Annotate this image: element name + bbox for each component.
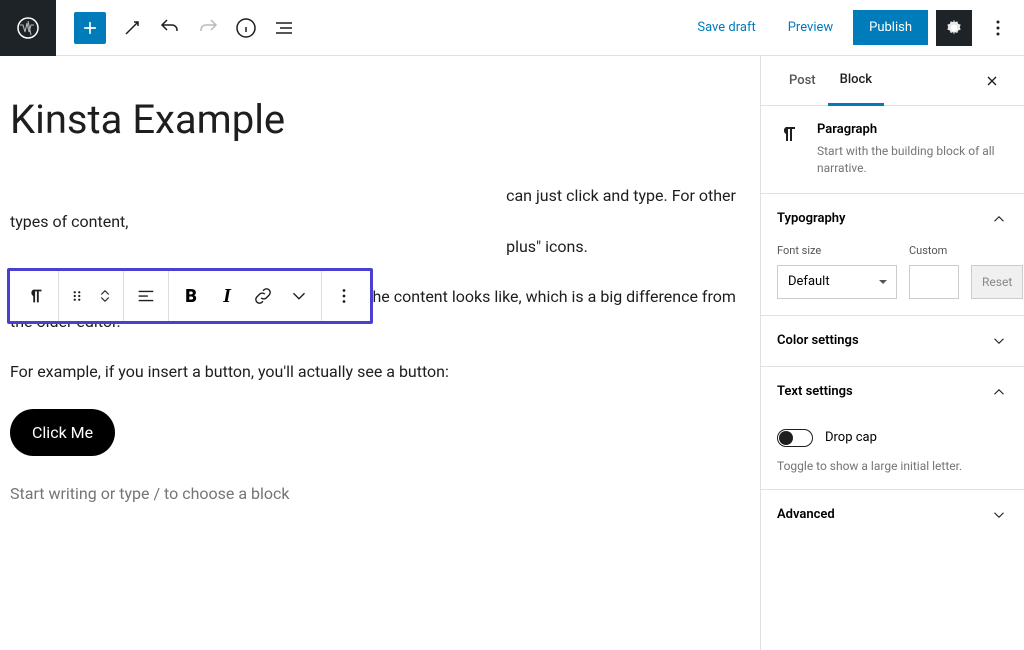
tab-block[interactable]: Block — [828, 56, 884, 106]
link-button[interactable] — [245, 274, 281, 318]
default-block-placeholder[interactable]: Start writing or type / to choose a bloc… — [10, 484, 750, 503]
text-settings-title: Text settings — [777, 384, 853, 399]
close-sidebar-button[interactable] — [976, 65, 1008, 97]
more-options-button[interactable] — [980, 10, 1016, 46]
chevron-up-icon — [990, 383, 1008, 401]
drop-cap-label: Drop cap — [825, 430, 877, 445]
block-toolbar: B I — [7, 268, 373, 324]
chevron-up-icon — [990, 210, 1008, 228]
text-settings-panel-header[interactable]: Text settings — [761, 367, 1024, 417]
bold-button[interactable]: B — [173, 274, 209, 318]
drop-cap-help: Toggle to show a large initial letter. — [761, 459, 1024, 489]
button-block[interactable]: Click Me — [10, 409, 115, 456]
publish-button[interactable]: Publish — [853, 10, 928, 45]
typography-panel-header[interactable]: Typography — [761, 194, 1024, 244]
info-button[interactable] — [228, 10, 264, 46]
tools-button[interactable] — [114, 10, 150, 46]
block-name: Paragraph — [817, 122, 1008, 137]
more-rich-text-button[interactable] — [281, 274, 317, 318]
reset-font-size-button[interactable]: Reset — [971, 265, 1023, 299]
paragraph-block-3[interactable]: For example, if you insert a button, you… — [10, 359, 750, 385]
paragraph-block-1[interactable]: xxxxxxxxxxxxxxxxxxxxxxxxxxxxxxxxxxxxxxxx… — [10, 183, 750, 260]
paragraph-icon — [777, 122, 801, 177]
typography-title: Typography — [777, 211, 846, 226]
drag-handle-button[interactable] — [63, 274, 91, 318]
paragraph-text: plus" icons. — [506, 237, 588, 256]
preview-button[interactable]: Preview — [776, 12, 845, 43]
font-size-select[interactable]: Default — [777, 265, 897, 299]
block-type-button[interactable] — [18, 274, 54, 318]
undo-button[interactable] — [152, 10, 188, 46]
italic-button[interactable]: I — [209, 274, 245, 318]
advanced-title: Advanced — [777, 507, 835, 522]
font-size-label: Font size — [777, 244, 897, 257]
wordpress-logo[interactable] — [0, 0, 56, 56]
paragraph-text: can just click and type. For other types… — [10, 186, 736, 231]
post-title[interactable]: Kinsta Example — [10, 96, 750, 143]
custom-font-size-input[interactable] — [909, 265, 959, 299]
redo-button[interactable] — [190, 10, 226, 46]
tab-post[interactable]: Post — [777, 57, 828, 104]
color-settings-panel-header[interactable]: Color settings — [761, 316, 1024, 366]
color-settings-title: Color settings — [777, 333, 859, 348]
chevron-down-icon — [990, 332, 1008, 350]
save-draft-button[interactable]: Save draft — [685, 12, 767, 43]
custom-label: Custom — [909, 244, 959, 257]
chevron-down-icon — [990, 506, 1008, 524]
align-button[interactable] — [128, 274, 164, 318]
outline-button[interactable] — [266, 10, 302, 46]
settings-button[interactable] — [936, 10, 972, 46]
advanced-panel-header[interactable]: Advanced — [761, 490, 1024, 540]
settings-sidebar: Post Block Paragraph Start with the buil… — [760, 56, 1024, 650]
add-block-button[interactable] — [74, 12, 106, 44]
editor-canvas[interactable]: Kinsta Example xxxxxxxxxxxxxxxxxxxxxxxxx… — [0, 56, 760, 650]
move-buttons[interactable] — [91, 274, 119, 318]
block-description: Start with the building block of all nar… — [817, 143, 1008, 177]
block-more-button[interactable] — [326, 274, 362, 318]
drop-cap-toggle[interactable] — [777, 429, 813, 447]
